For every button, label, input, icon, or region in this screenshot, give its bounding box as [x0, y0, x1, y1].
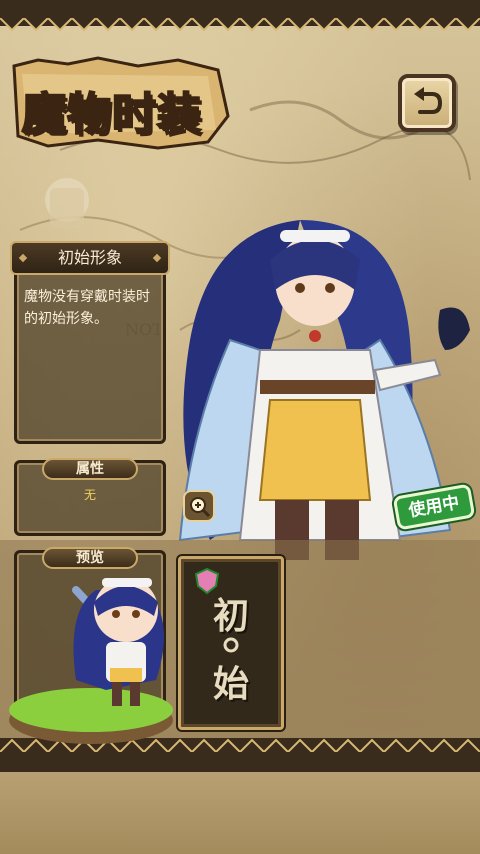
bottom-strip	[0, 772, 480, 854]
costume-name: 初始形象	[57, 248, 122, 267]
card-ornament-icon	[223, 637, 239, 653]
zoom-button[interactable]	[183, 490, 215, 522]
attribute-value: 无	[83, 488, 96, 502]
diamond-ornament-icon	[152, 253, 162, 263]
attribute-label: 属性	[42, 458, 138, 480]
back-button[interactable]	[398, 74, 456, 132]
magnify-plus-icon	[190, 497, 211, 518]
return-arrow-icon	[414, 87, 443, 114]
diamond-ornament-icon	[18, 253, 28, 263]
selected-tag-icon	[194, 567, 220, 595]
top-border	[0, 0, 480, 32]
game-screen: NOT 魔物时装	[0, 0, 480, 854]
page-title: 魔物时装	[21, 88, 202, 141]
costume-name-bar: 初始形象	[10, 241, 170, 275]
zigzag-trim	[0, 18, 480, 32]
card-text-bottom: 始	[212, 663, 249, 705]
costume-description: 魔物没有穿戴时装时的初始形象。	[24, 289, 150, 327]
description-panel	[14, 250, 166, 444]
